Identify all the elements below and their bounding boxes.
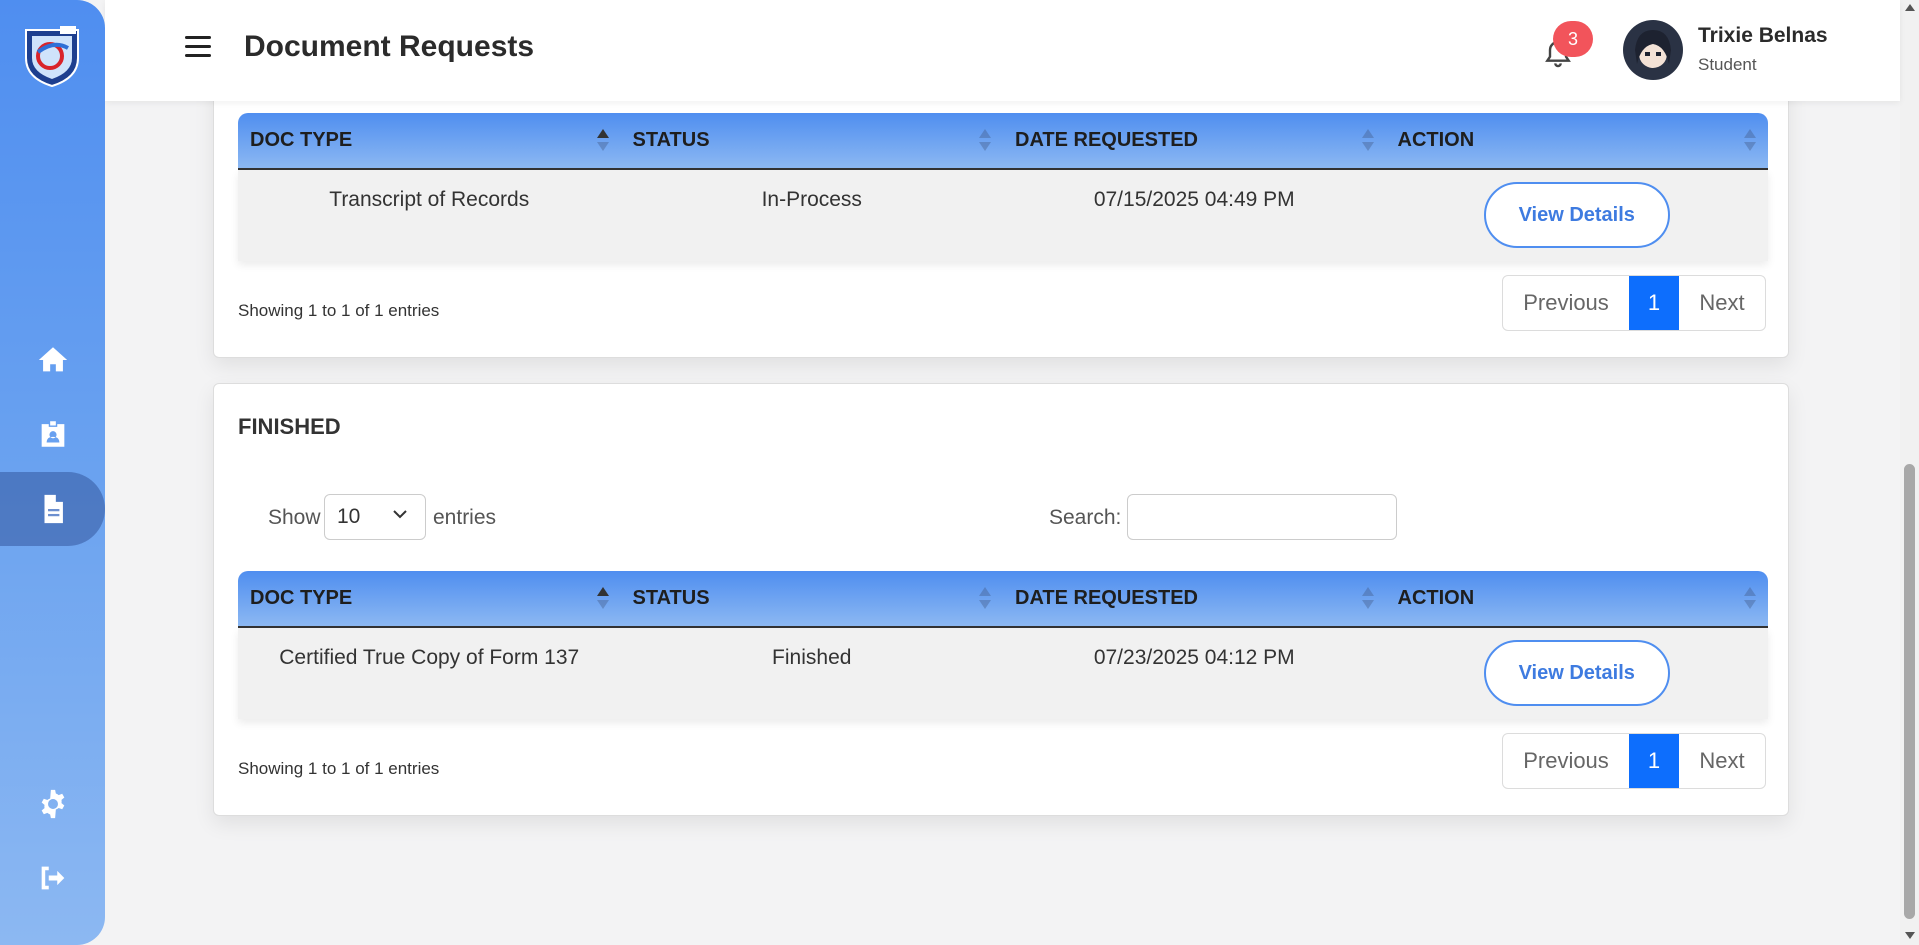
table-row: Certified True Copy of Form 137 Finished… xyxy=(238,628,1768,719)
page-1-button[interactable]: 1 xyxy=(1629,734,1679,788)
cell-status: Finished xyxy=(772,646,852,669)
next-page-button[interactable]: Next xyxy=(1679,734,1765,788)
sidebar xyxy=(0,0,105,945)
in-process-table: DOC TYPE STATUS DATE REQUESTED ACTION Tr… xyxy=(238,113,1768,261)
pagination: Previous 1 Next xyxy=(1502,275,1766,331)
document-icon xyxy=(44,494,63,524)
menu-toggle-icon[interactable] xyxy=(185,36,211,62)
cell-doc-type: Transcript of Records xyxy=(329,188,530,211)
view-details-button[interactable]: View Details xyxy=(1483,640,1670,706)
nav-home[interactable] xyxy=(0,323,105,397)
finished-card: FINISHED Show 10 entries Search: DOC TYP… xyxy=(213,383,1789,816)
sort-icon xyxy=(1361,587,1374,611)
column-action[interactable]: ACTION xyxy=(1386,571,1769,626)
logout-icon xyxy=(41,866,64,890)
page-1-button[interactable]: 1 xyxy=(1629,276,1679,330)
nav-logout[interactable] xyxy=(0,841,105,915)
id-badge-icon xyxy=(41,421,64,447)
column-doc-type[interactable]: DOC TYPE xyxy=(238,113,621,168)
search-label: Search: xyxy=(1049,506,1122,529)
in-process-card: DOC TYPE STATUS DATE REQUESTED ACTION Tr… xyxy=(213,60,1789,358)
entries-info: Showing 1 to 1 of 1 entries xyxy=(238,759,440,778)
sort-icon xyxy=(1744,129,1756,153)
scroll-thumb[interactable] xyxy=(1904,464,1915,919)
entries-info: Showing 1 to 1 of 1 entries xyxy=(238,301,440,320)
nav-documents[interactable] xyxy=(0,472,105,546)
sort-icon xyxy=(979,129,991,153)
chevron-down-icon xyxy=(393,510,407,519)
notification-badge: 3 xyxy=(1553,21,1593,57)
sort-icon xyxy=(1744,587,1756,611)
pagination: Previous 1 Next xyxy=(1502,733,1766,789)
scroll-down-arrow-icon[interactable] xyxy=(1905,932,1915,939)
view-details-button[interactable]: View Details xyxy=(1483,182,1670,248)
cell-status: In-Process xyxy=(761,188,862,211)
sort-icon xyxy=(596,587,609,611)
search-input[interactable] xyxy=(1127,494,1397,540)
table-row: Transcript of Records In-Process 07/15/2… xyxy=(238,170,1768,261)
scroll-up-arrow-icon[interactable] xyxy=(1905,4,1915,11)
table-header: DOC TYPE STATUS DATE REQUESTED ACTION xyxy=(238,113,1768,170)
column-status[interactable]: STATUS xyxy=(621,113,1004,168)
sort-icon xyxy=(1361,129,1374,153)
school-logo xyxy=(20,22,84,88)
cell-date: 07/15/2025 04:49 PM xyxy=(1093,188,1295,211)
sort-icon xyxy=(979,587,991,611)
nav-profile[interactable] xyxy=(0,397,105,471)
page-scrollbar[interactable] xyxy=(1900,0,1919,945)
table-header: DOC TYPE STATUS DATE REQUESTED ACTION xyxy=(238,571,1768,628)
page-title: Document Requests xyxy=(244,30,535,63)
show-label: Show xyxy=(268,506,321,529)
user-name: Trixie Belnas xyxy=(1698,24,1828,47)
column-date-requested[interactable]: DATE REQUESTED xyxy=(1003,571,1386,626)
entries-label: entries xyxy=(433,506,497,529)
column-action[interactable]: ACTION xyxy=(1386,113,1769,168)
sort-icon xyxy=(596,129,609,153)
entries-length-select[interactable]: 10 xyxy=(324,494,426,540)
next-page-button[interactable]: Next xyxy=(1679,276,1765,330)
column-date-requested[interactable]: DATE REQUESTED xyxy=(1003,113,1386,168)
previous-page-button[interactable]: Previous xyxy=(1503,276,1629,330)
avatar[interactable] xyxy=(1623,20,1683,80)
previous-page-button[interactable]: Previous xyxy=(1503,734,1629,788)
cell-doc-type: Certified True Copy of Form 137 xyxy=(279,646,580,669)
home-icon xyxy=(38,347,67,372)
finished-table: DOC TYPE STATUS DATE REQUESTED ACTION Ce… xyxy=(238,571,1768,719)
column-doc-type[interactable]: DOC TYPE xyxy=(238,571,621,626)
cell-date: 07/23/2025 04:12 PM xyxy=(1093,646,1295,669)
gear-icon xyxy=(41,789,64,819)
user-role: Student xyxy=(1698,55,1757,74)
column-status[interactable]: STATUS xyxy=(621,571,1004,626)
nav-settings[interactable] xyxy=(0,767,105,841)
section-title: FINISHED xyxy=(238,414,341,439)
